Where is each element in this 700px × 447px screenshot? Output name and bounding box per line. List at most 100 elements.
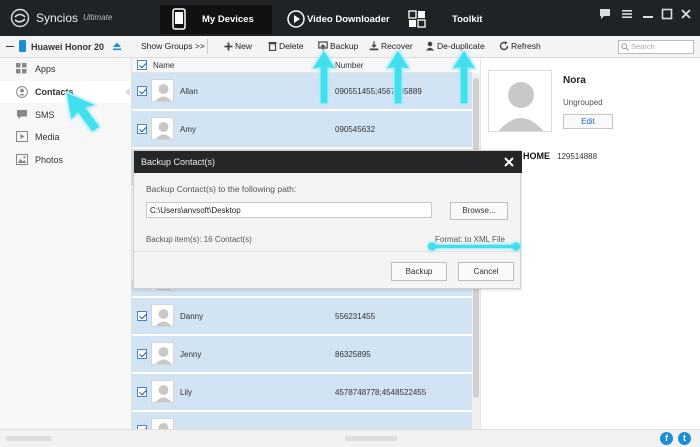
row-checkbox[interactable]	[137, 124, 147, 134]
recover-button[interactable]: Recover	[369, 41, 413, 51]
backup-dialog: Backup Contact(s) Backup Contact(s) to t…	[133, 150, 522, 289]
home-label: HOME	[523, 151, 550, 161]
recover-button-label: Recover	[381, 41, 413, 51]
contact-name: Allan	[180, 87, 198, 96]
backup-button-label: Backup	[330, 41, 359, 51]
browse-button[interactable]: Browse...	[450, 202, 508, 220]
sidebar-item-media[interactable]: Media	[0, 126, 131, 148]
facebook-icon[interactable]: f	[660, 432, 673, 445]
person-silhouette-icon	[155, 347, 172, 364]
trash-icon	[268, 42, 277, 52]
dialog-close-icon[interactable]	[502, 155, 516, 169]
status-text-blurred	[6, 436, 52, 441]
new-button[interactable]: New	[224, 41, 252, 51]
table-row[interactable]: Amy 090545632	[132, 111, 472, 148]
eject-icon[interactable]	[112, 41, 122, 51]
edit-button[interactable]: Edit	[563, 114, 613, 129]
dialog-cancel-button[interactable]: Cancel	[458, 262, 514, 281]
contact-number-tail: 889	[408, 87, 422, 96]
sidebar-item-label: Media	[35, 132, 60, 142]
table-row[interactable]: Allan 090551455;4567885889	[132, 73, 472, 110]
twitter-icon[interactable]: t	[678, 432, 691, 445]
sms-icon	[17, 110, 27, 119]
contact-name-title: Nora	[563, 75, 586, 86]
tab-my-devices-label: My Devices	[202, 14, 254, 25]
sidebar-item-photos[interactable]: Photos	[0, 149, 131, 171]
feedback-icon[interactable]	[597, 6, 613, 22]
show-groups-button[interactable]: Show Groups >>	[141, 41, 205, 51]
sidebar: Apps Contacts SMS Media Photos	[0, 58, 132, 429]
status-text-blurred	[345, 436, 397, 441]
contact-number: 090551455;4567885889	[335, 87, 422, 96]
person-silhouette-icon	[158, 423, 169, 429]
toolkit-grid-icon	[408, 10, 426, 28]
tab-my-devices[interactable]: My Devices	[160, 5, 272, 34]
sidebar-item-label: SMS	[35, 110, 55, 120]
sidebar-item-label: Photos	[35, 155, 64, 165]
menu-icon[interactable]	[619, 6, 635, 22]
contact-number: 86325895	[335, 350, 371, 359]
contact-photo	[488, 70, 552, 132]
sidebar-item-contacts[interactable]: Contacts	[0, 81, 131, 103]
dialog-backup-button[interactable]: Backup	[391, 262, 447, 281]
contact-number: 090545632	[335, 125, 376, 134]
row-checkbox[interactable]	[137, 86, 147, 96]
refresh-button-label: Refresh	[511, 41, 541, 51]
active-caret-icon	[125, 88, 130, 96]
row-checkbox[interactable]	[137, 311, 147, 321]
media-icon	[16, 131, 28, 142]
photos-icon	[16, 154, 28, 165]
tab-video-downloader-label: Video Downloader	[307, 14, 390, 25]
device-phone-icon	[19, 40, 26, 52]
status-bar: f t	[0, 429, 700, 447]
collapse-dash-icon[interactable]	[6, 46, 14, 47]
refresh-icon	[499, 41, 509, 51]
device-bar[interactable]: Huawei Honor 20	[0, 36, 132, 58]
backup-button[interactable]: Backup	[318, 41, 358, 51]
contact-number: 4578748778;4548522455	[335, 388, 427, 397]
sidebar-item-label: Contacts	[35, 87, 74, 97]
delete-button[interactable]: Delete	[268, 41, 304, 52]
table-row[interactable]	[132, 412, 472, 429]
person-silhouette-icon	[155, 309, 172, 326]
sidebar-item-label: Apps	[35, 64, 56, 74]
refresh-button[interactable]: Refresh	[499, 41, 541, 51]
search-icon	[621, 43, 629, 51]
close-icon[interactable]	[678, 6, 694, 22]
column-header-number[interactable]: Number	[335, 61, 363, 70]
table-row[interactable]: Jenny 86325895	[132, 336, 472, 373]
recover-icon	[369, 41, 379, 51]
sidebar-item-apps[interactable]: Apps	[0, 58, 131, 80]
row-checkbox[interactable]	[137, 349, 147, 359]
app-name: Syncios	[36, 11, 79, 25]
table-row[interactable]: Danny 556231455	[132, 298, 472, 335]
toolbar-separator	[207, 39, 208, 54]
search-input[interactable]: Search	[618, 40, 694, 54]
plus-icon	[224, 42, 233, 51]
maximize-icon[interactable]	[659, 6, 675, 22]
delete-button-label: Delete	[279, 41, 304, 51]
contact-name: Lily	[180, 388, 193, 397]
column-header-name[interactable]: Name	[153, 61, 174, 70]
avatar	[151, 79, 174, 102]
tab-toolkit[interactable]: Toolkit	[404, 5, 494, 34]
backup-items-count: Backup item(s): 16 Contact(s)	[146, 235, 252, 244]
dialog-divider	[134, 251, 520, 252]
backup-path-input[interactable]: C:\Users\anvsoft\Desktop	[146, 202, 432, 218]
deduplicate-icon	[426, 41, 434, 51]
deduplicate-button[interactable]: De-duplicate	[425, 41, 485, 51]
table-row[interactable]: Lily 4578748778;4548522455	[132, 374, 472, 411]
list-header: Name Number	[132, 58, 472, 73]
backup-format: Format: to XML File	[435, 235, 505, 244]
select-all-checkbox[interactable]	[137, 60, 147, 70]
tab-video-downloader[interactable]: Video Downloader	[284, 5, 402, 34]
person-silhouette-icon	[155, 385, 172, 402]
contact-number: 556231455	[335, 312, 376, 321]
minimize-icon[interactable]	[640, 6, 656, 22]
contact-name: Danny	[180, 312, 204, 321]
row-checkbox[interactable]	[137, 387, 147, 397]
device-name: Huawei Honor 20	[31, 42, 105, 52]
sidebar-item-sms[interactable]: SMS	[0, 104, 131, 126]
contact-name: Jenny	[180, 350, 202, 359]
avatar	[151, 418, 174, 429]
